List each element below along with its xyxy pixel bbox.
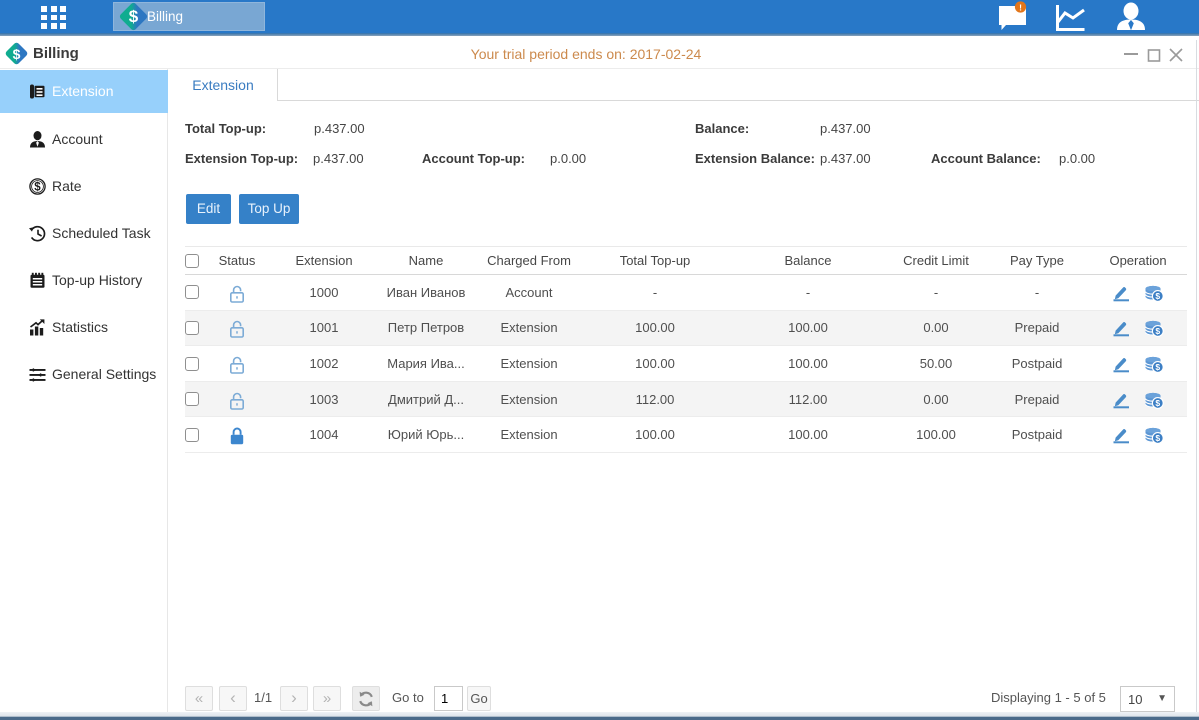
svg-text:$: $ bbox=[1155, 291, 1160, 301]
svg-text:$: $ bbox=[1155, 362, 1160, 372]
svg-text:$: $ bbox=[1155, 327, 1160, 337]
svg-text:$: $ bbox=[1155, 398, 1160, 408]
svg-text:$: $ bbox=[1155, 433, 1160, 443]
svg-text:$: $ bbox=[34, 182, 41, 194]
svg-text:!: ! bbox=[1019, 2, 1022, 12]
